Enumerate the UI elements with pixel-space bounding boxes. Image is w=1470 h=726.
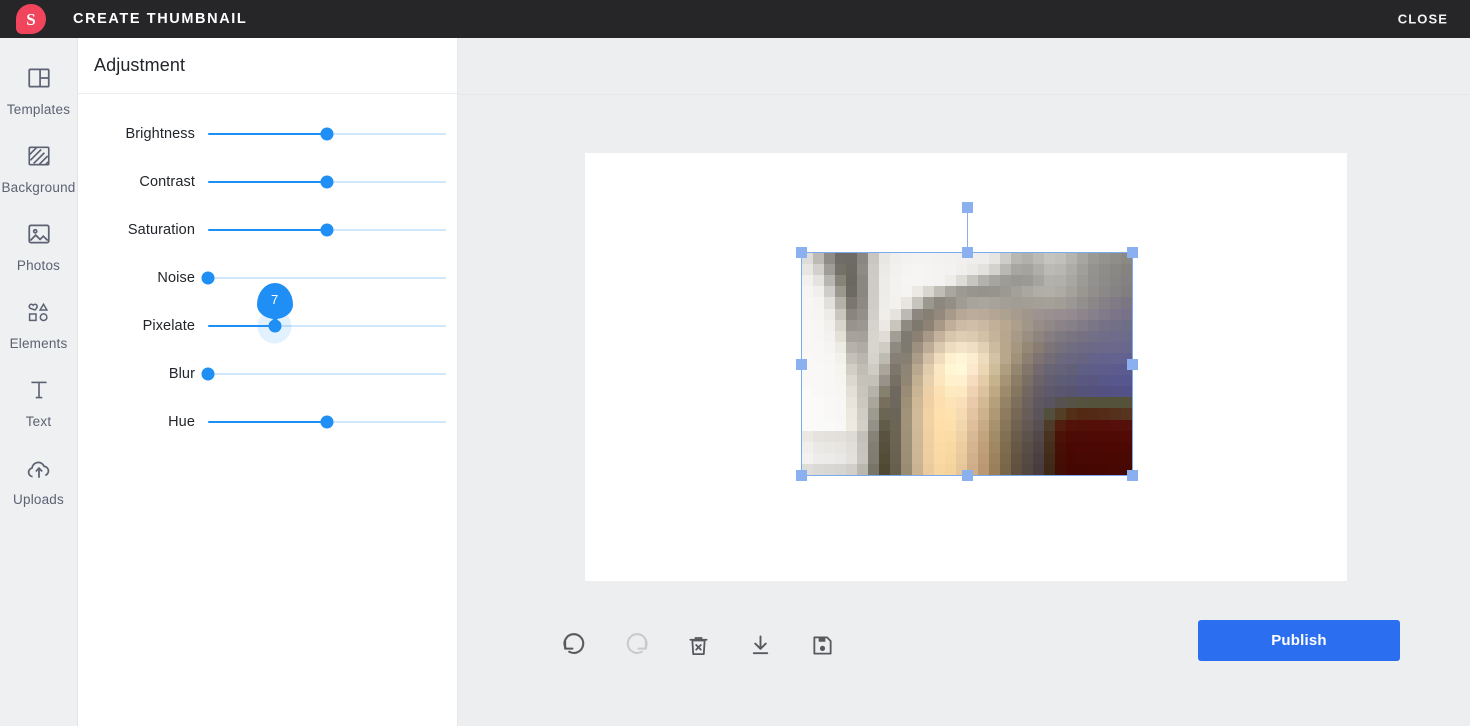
slider-saturation[interactable] xyxy=(208,206,446,254)
slider-contrast[interactable] xyxy=(208,158,446,206)
slider-row-contrast: Contrast xyxy=(78,158,457,206)
slider-row-brightness: Brightness xyxy=(78,110,457,158)
slider-value-tooltip: 7 xyxy=(256,283,293,319)
slider-track[interactable] xyxy=(208,373,446,375)
slider-thumb[interactable] xyxy=(320,127,334,141)
slider-track-fill xyxy=(208,229,327,231)
download-icon xyxy=(749,634,772,657)
resize-handle-s[interactable] xyxy=(961,470,973,481)
left-sidebar: Templates Background Photos Elements Tex… xyxy=(0,38,78,726)
sidebar-item-label: Elements xyxy=(9,336,68,351)
slider-blur[interactable] xyxy=(201,350,446,398)
rotate-handle[interactable] xyxy=(961,202,973,213)
resize-handle-nw[interactable] xyxy=(796,247,807,258)
slider-row-hue: Hue xyxy=(78,398,457,446)
slider-hue[interactable] xyxy=(208,398,446,446)
adjustment-panel: Adjustment Brightness Contrast Saturation N… xyxy=(78,38,458,726)
workspace: Publish xyxy=(458,38,1470,726)
slider-label: Blur xyxy=(168,366,195,382)
sidebar-item-elements[interactable]: Elements xyxy=(0,286,77,364)
sidebar-item-label: Uploads xyxy=(13,492,64,507)
delete-button[interactable] xyxy=(674,621,722,669)
save-button[interactable] xyxy=(798,621,846,669)
sidebar-item-label: Photos xyxy=(16,258,61,273)
trash-x-icon xyxy=(687,634,710,657)
text-icon xyxy=(26,377,52,407)
redo-icon xyxy=(624,632,649,658)
undo-icon xyxy=(562,632,587,658)
thumbnail-editor-app: S CREATE THUMBNAIL CLOSE Templates Backg… xyxy=(0,0,1470,726)
slider-thumb[interactable] xyxy=(201,271,215,285)
resize-handle-sw[interactable] xyxy=(796,470,807,481)
resize-handle-e[interactable] xyxy=(1127,358,1138,370)
pixelated-kitchen-photo[interactable] xyxy=(802,253,1132,475)
slider-thumb[interactable] xyxy=(320,175,334,189)
photos-icon xyxy=(26,221,52,251)
speech-bubble-s-logo-icon: S xyxy=(16,4,46,34)
elements-icon xyxy=(25,299,53,329)
bottom-toolbar: Publish xyxy=(458,600,1470,690)
slider-thumb[interactable] xyxy=(320,223,334,237)
sidebar-item-photos[interactable]: Photos xyxy=(0,208,77,286)
slider-pixelate[interactable]: 7 xyxy=(208,283,446,350)
slider-label: Saturation xyxy=(127,222,195,238)
page-title: CREATE THUMBNAIL xyxy=(73,11,248,27)
slider-label: Hue xyxy=(168,414,195,430)
publish-button[interactable]: Publish xyxy=(1198,620,1400,661)
slider-label: Pixelate xyxy=(142,318,195,334)
slider-row-blur: Blur xyxy=(78,350,457,398)
floppy-disk-icon xyxy=(811,634,834,657)
adjustment-panel-header: Adjustment xyxy=(78,38,457,94)
resize-handle-n[interactable] xyxy=(961,247,973,258)
sidebar-item-templates[interactable]: Templates xyxy=(0,52,77,130)
slider-track-fill xyxy=(208,421,327,423)
design-canvas[interactable] xyxy=(585,153,1347,581)
slider-track-fill xyxy=(208,133,327,135)
close-button[interactable]: CLOSE xyxy=(1398,12,1448,27)
background-icon xyxy=(26,143,52,173)
adjustment-slider-list: Brightness Contrast Saturation Noise Pixelat… xyxy=(78,94,457,446)
slider-track[interactable] xyxy=(208,277,446,279)
sidebar-item-label: Text xyxy=(25,414,52,429)
redo-button[interactable] xyxy=(612,621,660,669)
slider-row-pixelate: Pixelate 7 xyxy=(78,283,457,350)
slider-track-fill xyxy=(208,181,327,183)
slider-noise[interactable] xyxy=(201,254,446,302)
uploads-icon xyxy=(25,455,53,485)
app-logo: S xyxy=(16,4,46,34)
slider-row-saturation: Saturation xyxy=(78,206,457,254)
slider-label: Contrast xyxy=(139,174,195,190)
slider-value-text: 7 xyxy=(271,291,279,307)
toolbar-button-group xyxy=(550,621,846,669)
slider-thumb[interactable] xyxy=(320,415,334,429)
sidebar-item-text[interactable]: Text xyxy=(0,364,77,442)
top-bar: S CREATE THUMBNAIL CLOSE xyxy=(0,0,1470,38)
templates-icon xyxy=(26,65,52,95)
sidebar-item-background[interactable]: Background xyxy=(0,130,77,208)
download-button[interactable] xyxy=(736,621,784,669)
sidebar-item-uploads[interactable]: Uploads xyxy=(0,442,77,520)
resize-handle-se[interactable] xyxy=(1127,470,1138,481)
slider-thumb[interactable] xyxy=(201,367,215,381)
sidebar-item-label: Background xyxy=(1,180,76,195)
undo-button[interactable] xyxy=(550,621,598,669)
workspace-divider xyxy=(458,94,1470,95)
resize-handle-ne[interactable] xyxy=(1127,247,1138,258)
slider-label: Brightness xyxy=(125,126,195,142)
sidebar-item-label: Templates xyxy=(6,102,71,117)
adjustment-panel-title: Adjustment xyxy=(94,55,186,75)
resize-handle-w[interactable] xyxy=(796,358,807,370)
slider-label: Noise xyxy=(157,270,195,286)
slider-brightness[interactable] xyxy=(208,110,446,158)
selected-image-object[interactable] xyxy=(796,202,1138,481)
